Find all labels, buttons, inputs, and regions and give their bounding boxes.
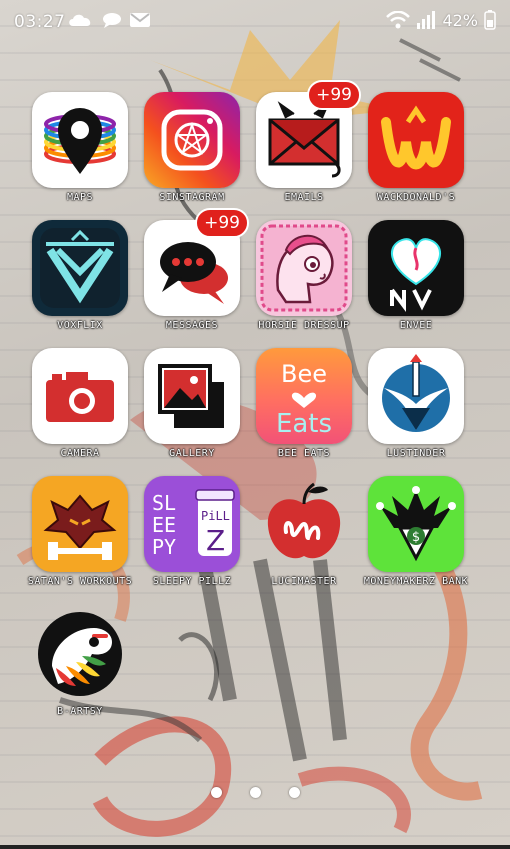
- sleepy-pillz-icon: SL EE PY PiLL Z: [144, 476, 240, 572]
- sleepy-pillz-text-py: PY: [152, 535, 176, 559]
- app-label: ENVEE: [399, 320, 433, 331]
- app-messages[interactable]: +99 MESSAGES: [137, 208, 249, 331]
- bee-eats-text-bee: Bee: [281, 360, 327, 388]
- app-label: SINSTAGRAM: [159, 192, 225, 203]
- app-bee-eats[interactable]: Bee Eats BEE EATS: [249, 348, 359, 459]
- sleepy-pillz-text-pill: PiLL: [201, 509, 230, 523]
- gallery-icon: [144, 348, 240, 444]
- app-horsie-dressup[interactable]: HORSIE DRESSUP: [249, 220, 359, 331]
- sleepy-pillz-text-ee: EE: [152, 513, 176, 537]
- sleepy-pillz-text-z: Z: [206, 524, 225, 557]
- app-lucimaster[interactable]: LUCIMASTER: [249, 476, 359, 587]
- wackdonalds-logo-icon: [368, 92, 464, 188]
- battery-percent: 42%: [442, 10, 478, 30]
- app-label: LUSTINDER: [386, 448, 446, 459]
- page-dot-1[interactable]: [210, 787, 222, 798]
- app-sleepy-pillz[interactable]: SL EE PY PiLL Z SLEEPY PILLZ: [137, 476, 247, 587]
- satans-workouts-icon: [32, 476, 128, 572]
- app-sinstagram[interactable]: SINSTAGRAM: [137, 92, 247, 203]
- app-satans-workouts[interactable]: SATAN'S WORKOUTS: [25, 476, 135, 587]
- app-label: VOXFLIX: [57, 320, 103, 331]
- b-artsy-icon: [32, 606, 128, 702]
- cloud-icon: [69, 14, 91, 26]
- app-label: B-ARTSY: [57, 706, 103, 717]
- app-label: LUCIMASTER: [271, 576, 337, 587]
- app-lustinder[interactable]: LUSTINDER: [361, 348, 471, 459]
- app-gallery[interactable]: GALLERY: [137, 348, 247, 459]
- app-envee[interactable]: ENVEE: [361, 220, 471, 331]
- bottom-edge: [0, 845, 510, 849]
- page-dot-3[interactable]: [288, 787, 300, 798]
- app-label: CAMERA: [60, 448, 100, 459]
- app-label: MONEYMAKERZ BANK: [363, 576, 469, 587]
- app-camera[interactable]: CAMERA: [25, 348, 135, 459]
- app-label: GALLERY: [169, 448, 215, 459]
- app-b-artsy[interactable]: B-ARTSY: [25, 606, 135, 717]
- lustinder-icon: [368, 348, 464, 444]
- notification-badge: +99: [195, 208, 249, 238]
- bee-eats-icon: Bee Eats: [256, 348, 352, 444]
- app-label: BEE EATS: [277, 448, 331, 459]
- lucimaster-apple-icon: [256, 476, 352, 572]
- home-screen: 03:27 42% MAPS SINSTAGRAM +99 EMAILS WAC…: [0, 0, 510, 849]
- app-emails[interactable]: +99 EMAILS: [249, 80, 361, 203]
- battery-icon: [484, 10, 496, 30]
- app-wackdonalds[interactable]: WACKDONALD'S: [361, 92, 471, 203]
- status-time: 03:27: [14, 12, 66, 32]
- notification-badge: +99: [307, 80, 361, 110]
- mail-icon: [130, 13, 150, 27]
- app-maps[interactable]: MAPS: [25, 92, 135, 203]
- app-label: MESSAGES: [165, 320, 219, 331]
- chat-bubble-icon: [103, 13, 121, 28]
- camera-icon: [32, 348, 128, 444]
- sinstagram-pentagram-icon: [144, 92, 240, 188]
- maps-pin-icon: [32, 92, 128, 188]
- bee-eats-text-eats: Eats: [276, 409, 332, 439]
- envee-heart-icon: [368, 220, 464, 316]
- app-label: SATAN'S WORKOUTS: [27, 576, 133, 587]
- sleepy-pillz-text-sl: SL: [152, 491, 176, 515]
- moneymakerz-bank-icon: $: [368, 476, 464, 572]
- page-indicator[interactable]: [0, 787, 510, 798]
- app-moneymakerz-bank[interactable]: $ MONEYMAKERZ BANK: [361, 476, 471, 587]
- voxflix-logo-icon: [32, 220, 128, 316]
- wifi-icon: [386, 11, 411, 29]
- app-label: EMAILS: [284, 192, 324, 203]
- app-voxflix[interactable]: VOXFLIX: [25, 220, 135, 331]
- horsie-dressup-icon: [256, 220, 352, 316]
- app-label: HORSIE DRESSUP: [258, 320, 350, 331]
- app-label: SLEEPY PILLZ: [152, 576, 232, 587]
- page-dot-2[interactable]: [249, 787, 261, 798]
- app-label: MAPS: [66, 192, 94, 203]
- status-bar: 03:27 42%: [0, 0, 510, 44]
- signal-icon: [417, 11, 436, 29]
- svg-text:$: $: [412, 530, 420, 545]
- app-label: WACKDONALD'S: [376, 192, 456, 203]
